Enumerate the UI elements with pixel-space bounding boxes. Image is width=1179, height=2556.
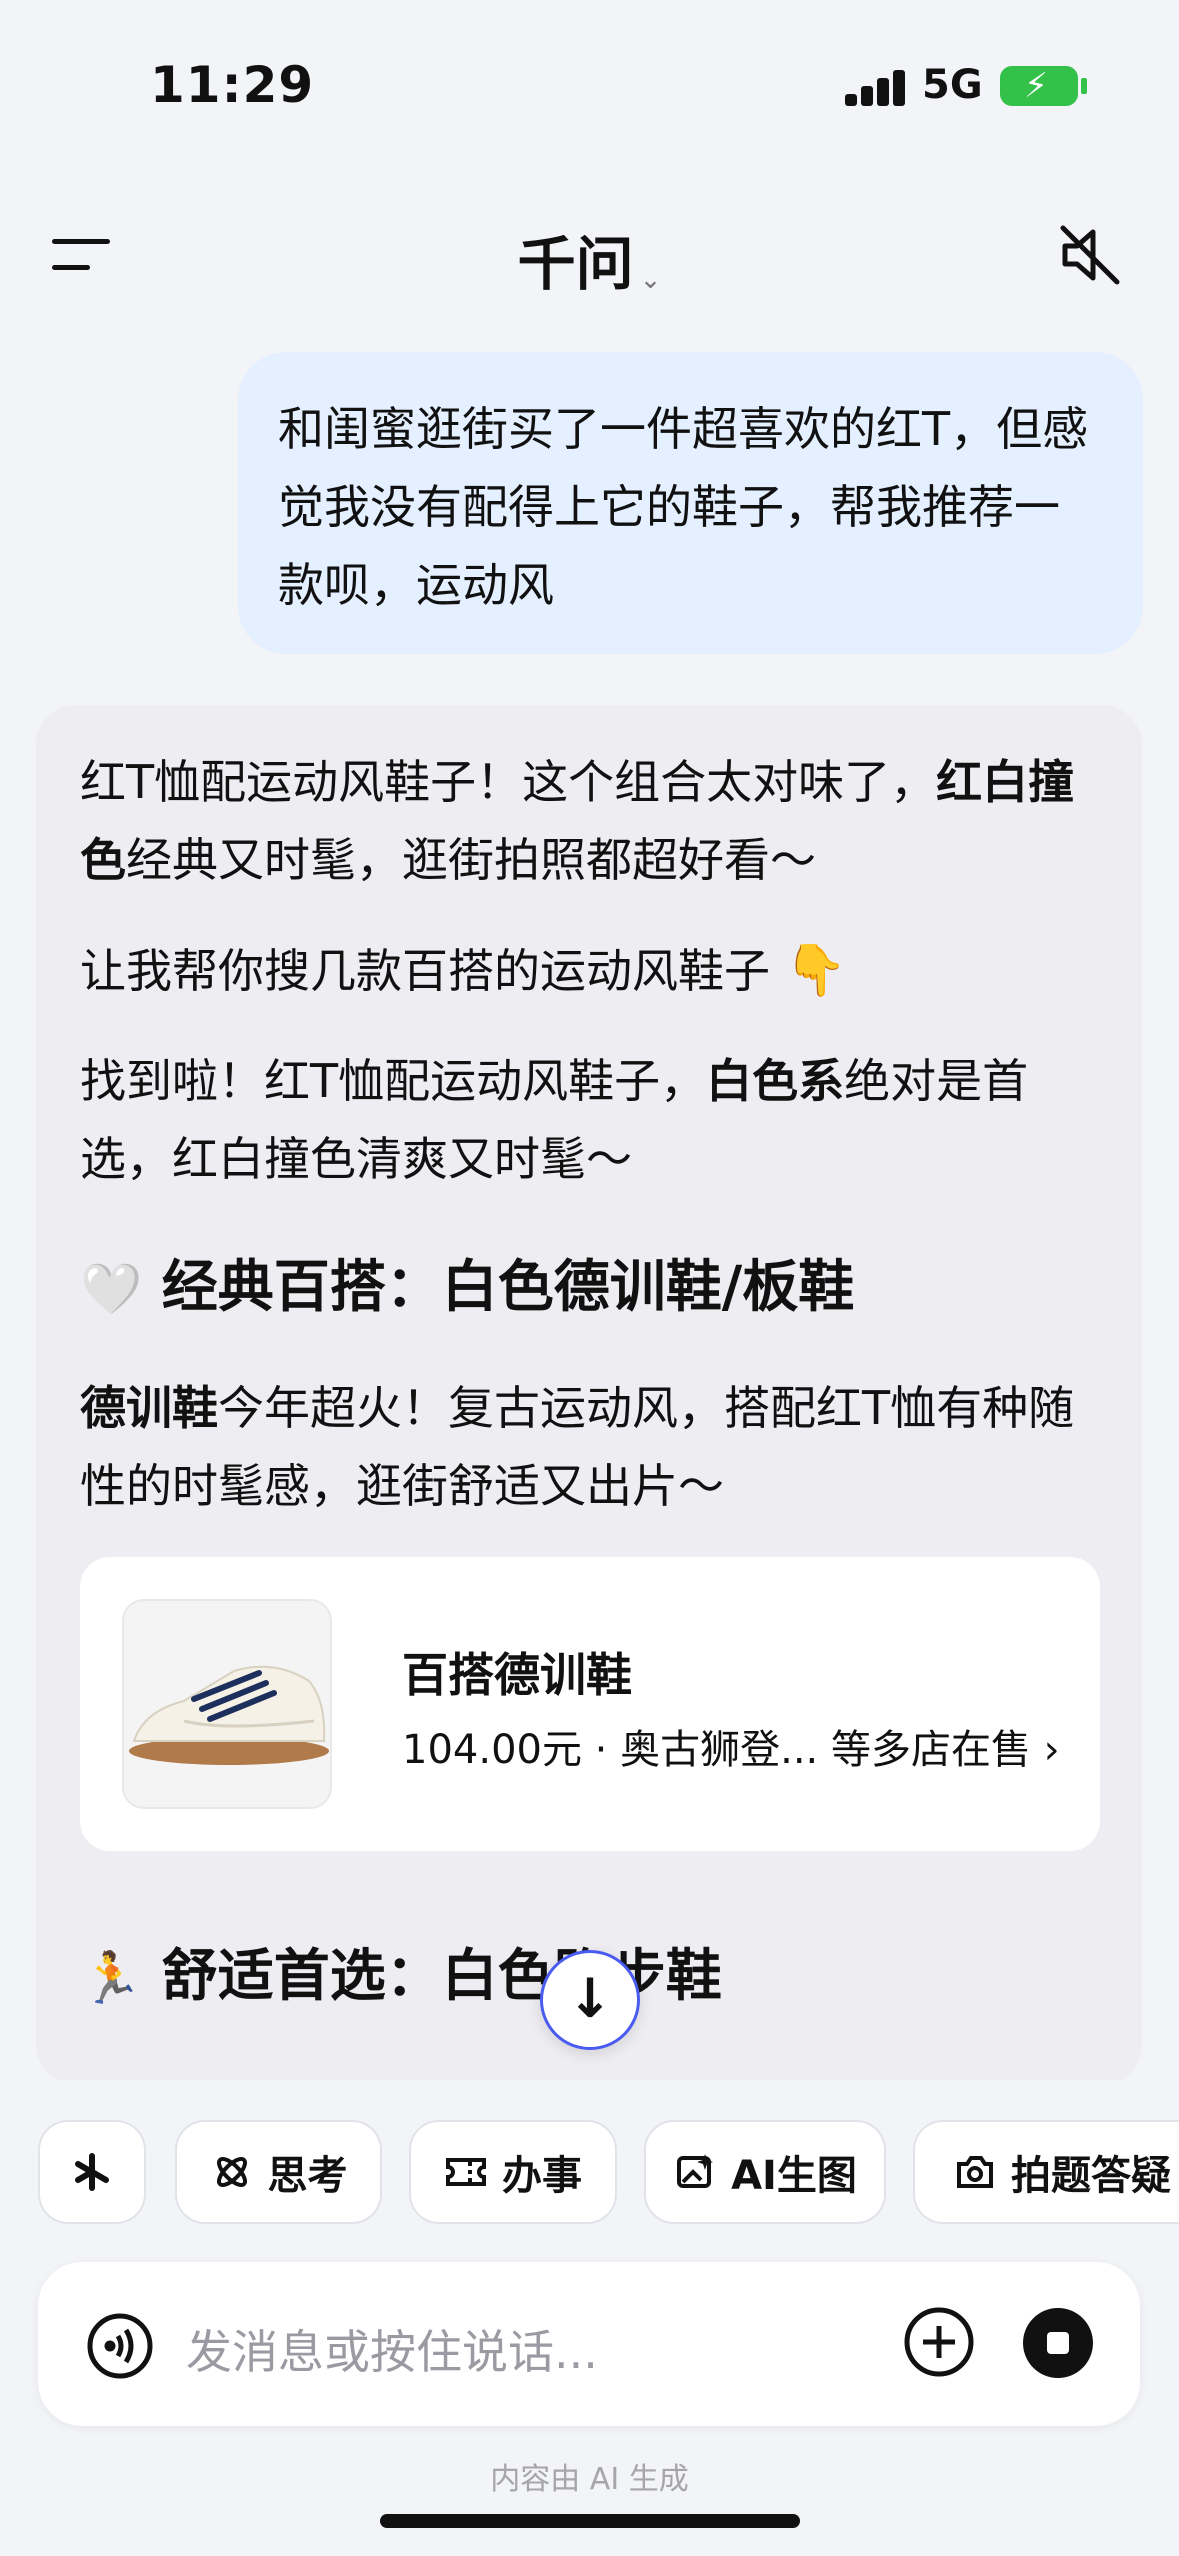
atom-icon <box>210 2150 254 2194</box>
scroll-to-bottom-button[interactable]: ↓ <box>540 1950 640 2050</box>
tool-chip-quick[interactable] <box>38 2120 146 2224</box>
section-heading-1: 🤍 经典百搭：白色德训鞋/板鞋 <box>80 1248 1100 1329</box>
image-icon <box>673 2150 717 2194</box>
camera-icon <box>953 2150 997 2194</box>
assistant-paragraph-3: 找到啦！红T恤配运动风鞋子，白色系绝对是首选，红白撞色清爽又时髦～ <box>80 1042 1100 1198</box>
tool-chip-ai-image[interactable]: AI生图 <box>644 2120 886 2224</box>
text-segment: 让我帮你搜几款百搭的运动风鞋子 <box>80 944 770 998</box>
plus-icon[interactable] <box>903 2306 975 2378</box>
arrow-down-icon: ↓ <box>567 1967 613 2030</box>
product-card[interactable]: 百搭德训鞋 104.00元 · 奥古狮登... 等多店在售 › <box>80 1557 1100 1851</box>
text-segment: 经典又时髦，逛街拍照都超好看～ <box>126 833 816 887</box>
bold-text: 白色系 <box>706 1054 845 1108</box>
tool-chip-label: 办事 <box>502 2153 582 2199</box>
battery-icon: ⚡ <box>1000 66 1078 106</box>
tool-chip-tasks[interactable]: 办事 <box>409 2120 617 2224</box>
tool-chip-label: AI生图 <box>731 2153 857 2199</box>
text-segment: 找到啦！红T恤配运动风鞋子， <box>80 1054 707 1108</box>
section-heading-text: 经典百搭：白色德训鞋/板鞋 <box>161 1255 855 1320</box>
tool-chip-label: 拍题答疑 <box>1011 2153 1171 2199</box>
bold-text: 德训鞋 <box>80 1381 218 1435</box>
stop-icon <box>1047 2332 1069 2354</box>
tool-chip-think[interactable]: 思考 <box>175 2120 382 2224</box>
model-selector[interactable]: 千问 ⌄ <box>0 217 1179 301</box>
speaker-muted-icon[interactable] <box>1055 220 1125 290</box>
home-indicator[interactable] <box>380 2514 800 2528</box>
chevron-down-icon: ⌄ <box>639 264 662 295</box>
bottom-panel: 思考 办事 AI生图 拍题答疑 发消息或按住说话... 内容由 AI 生成 <box>0 2080 1179 2556</box>
message-input[interactable]: 发消息或按住说话... <box>186 2316 598 2382</box>
assistant-message: 红T恤配运动风鞋子！这个组合太对味了，红白撞色经典又时髦，逛街拍照都超好看～ 让… <box>36 705 1142 2085</box>
status-time: 11:29 <box>150 56 315 114</box>
status-bar: 11:29 5G ⚡ <box>0 0 1179 150</box>
signal-icon <box>845 70 907 106</box>
white-heart-icon: 🤍 <box>80 1260 143 1318</box>
tool-chip-label: 思考 <box>267 2153 348 2199</box>
ticket-icon <box>444 2150 488 2194</box>
product-image <box>122 1599 332 1809</box>
voice-icon[interactable] <box>86 2312 154 2380</box>
assistant-paragraph-1: 红T恤配运动风鞋子！这个组合太对味了，红白撞色经典又时髦，逛街拍照都超好看～ <box>80 743 1100 899</box>
network-label: 5G <box>922 62 983 108</box>
text-segment: 今年超火！复古运动风，搭配红T恤有种随性的时髦感，逛街舒适又出片～ <box>80 1381 1075 1513</box>
ai-disclaimer: 内容由 AI 生成 <box>490 2462 689 2497</box>
sparkle-icon <box>70 2150 114 2194</box>
header: 千问 ⌄ <box>0 195 1179 315</box>
user-message-bubble: 和闺蜜逛街买了一件超喜欢的红T，但感觉我没有配得上它的鞋子，帮我推荐一款呗，运动… <box>238 352 1143 654</box>
runner-icon: 🏃 <box>80 1949 143 2007</box>
tool-chip-photo-qa[interactable]: 拍题答疑 <box>913 2120 1179 2224</box>
text-segment: 红T恤配运动风鞋子！这个组合太对味了， <box>80 755 937 809</box>
product-name: 百搭德训鞋 <box>402 1648 632 1702</box>
page-title: 千问 <box>517 230 634 298</box>
stop-button[interactable] <box>1023 2308 1093 2378</box>
product-meta[interactable]: 104.00元 · 奥古狮登... 等多店在售 › <box>402 1717 1060 1775</box>
message-input-bar: 发消息或按住说话... <box>38 2262 1140 2426</box>
assistant-paragraph-2: 让我帮你搜几款百搭的运动风鞋子 👇 <box>80 931 1100 1010</box>
assistant-paragraph-4: 德训鞋今年超火！复古运动风，搭配红T恤有种随性的时髦感，逛街舒适又出片～ <box>80 1369 1100 1525</box>
pointing-down-icon: 👇 <box>784 941 847 999</box>
battery-cap <box>1081 78 1087 94</box>
